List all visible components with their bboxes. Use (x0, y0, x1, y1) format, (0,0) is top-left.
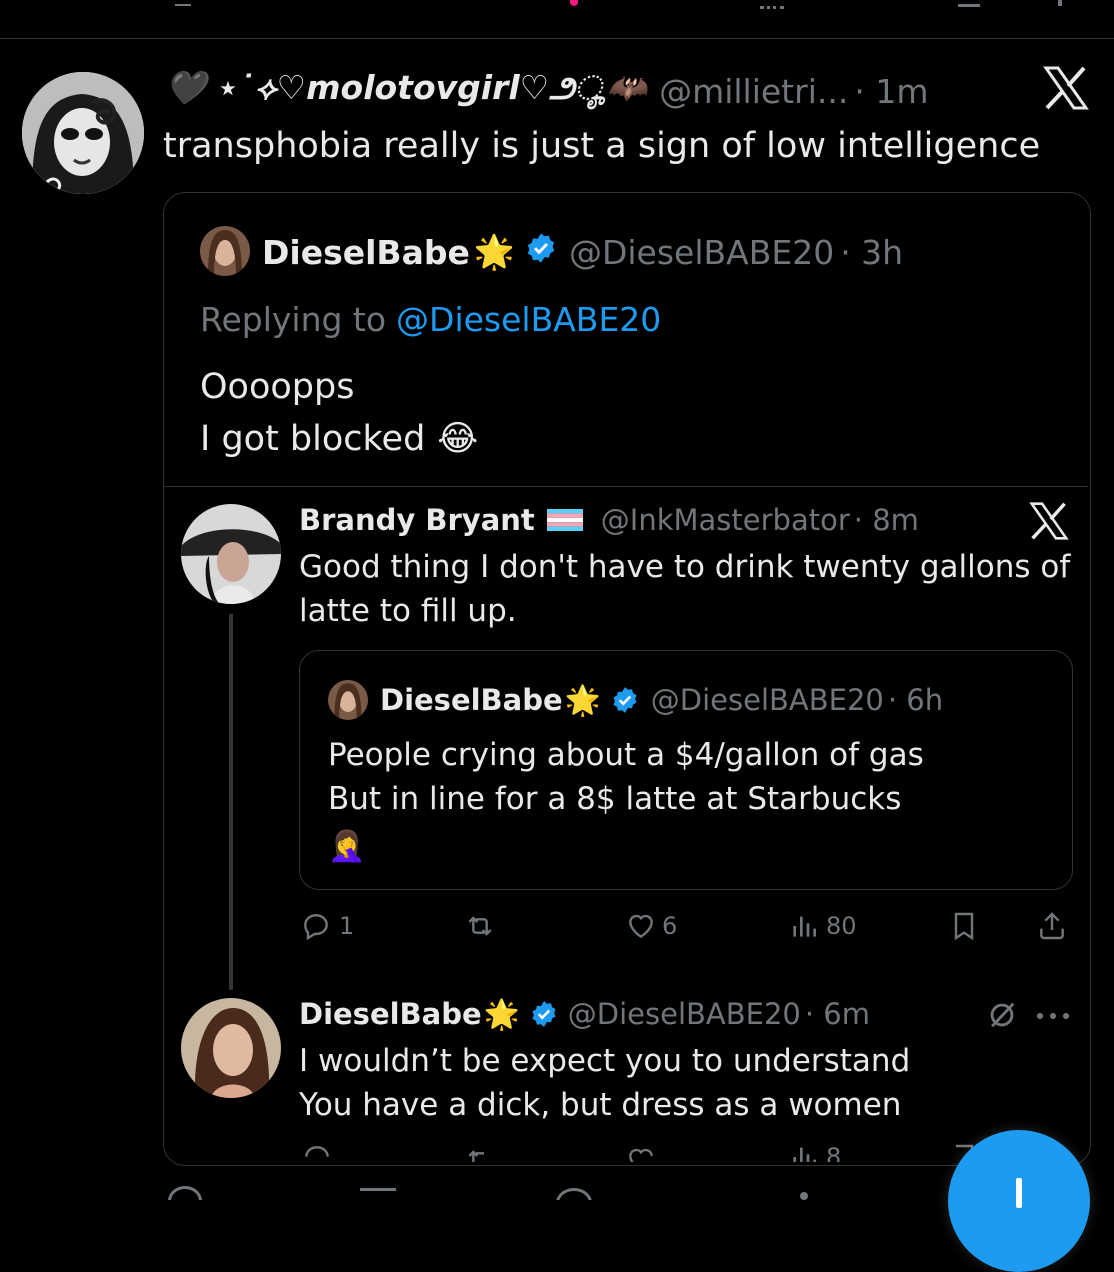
reply2-author-name[interactable]: DieselBabe (299, 997, 482, 1031)
views-count: 8 (826, 1143, 842, 1162)
reply-icon[interactable] (168, 1186, 202, 1200)
reply2-text-line1: I wouldn’t be expect you to understand (299, 1043, 911, 1079)
replying-handle-link[interactable]: @DieselBABE20 (396, 300, 661, 339)
reply1-handle[interactable]: @InkMasterbator (601, 503, 850, 537)
quoted-text-line2: I got blocked 😂 (200, 414, 478, 464)
top-divider (0, 38, 1114, 39)
avatar[interactable] (328, 680, 368, 720)
trans-flag-icon (546, 509, 583, 531)
reply1-author-name[interactable]: Brandy Bryant (299, 503, 535, 537)
quoted-text-line1: Oooopps (200, 367, 355, 407)
share-icon[interactable] (958, 0, 980, 7)
reply2-action-bar: 8 (164, 1138, 1088, 1162)
post-time[interactable]: · 1m (854, 72, 928, 111)
reply2-handle[interactable]: @DieselBABE20 (568, 997, 801, 1031)
star-emoji: 🌟 (483, 996, 520, 1031)
reply-icon[interactable] (300, 1142, 334, 1162)
share-button[interactable] (1036, 906, 1068, 946)
reply2-text-line2: You have a dick, but dress as a women (299, 1087, 902, 1123)
compose-button[interactable] (948, 1130, 1090, 1272)
inner-quote-author-name[interactable]: DieselBabe (380, 683, 563, 717)
like-icon[interactable] (624, 1144, 658, 1162)
thread-line (229, 614, 233, 990)
views-button[interactable]: 80 (788, 906, 857, 946)
main-post-action-bar (0, 1182, 1114, 1200)
reply-icon[interactable] (175, 0, 191, 6)
bookmark-icon (954, 912, 974, 941)
quoted-text-content: I got blocked (200, 419, 426, 459)
quoted-handle[interactable]: @DieselBABE20 (569, 233, 834, 272)
avatar[interactable] (181, 504, 281, 604)
author-handle[interactable]: @millietri... (659, 72, 848, 111)
views-button[interactable]: 8 (788, 1142, 841, 1162)
repost-icon (468, 916, 492, 936)
reply-icon (304, 914, 328, 941)
bookmark-button[interactable] (948, 906, 980, 946)
reply1-text-line1: Good thing I don't have to drink twenty … (299, 549, 1071, 585)
like-icon[interactable] (556, 1188, 592, 1200)
star-emoji: 🌟 (564, 682, 601, 717)
reply-button[interactable]: 1 (299, 906, 354, 946)
repost-button[interactable] (462, 906, 498, 946)
quoted-header: DieselBabe 🌟 @DieselBABE20 · 3h (262, 228, 903, 276)
replying-prefix: Replying to (200, 299, 387, 339)
like-icon[interactable] (570, 0, 578, 6)
avatar[interactable] (200, 226, 250, 276)
views-icon[interactable] (800, 1192, 808, 1200)
like-button[interactable]: 6 (624, 906, 677, 946)
inner-quote-text-line2: But in line for a 8$ latte at Starbucks (328, 781, 902, 817)
reply-count: 1 (339, 912, 355, 940)
avatar[interactable] (22, 72, 144, 194)
laughing-emoji: 😂 (437, 419, 479, 459)
like-icon (629, 914, 653, 939)
top-action-row (0, 0, 1114, 14)
main-post-text: transphobia really is just a sign of low… (163, 126, 1041, 166)
author-name[interactable]: 🖤 ⋆˙⟡♡molotovgirl♡౨ೄ🦇 (165, 68, 647, 115)
inner-quote-header: DieselBabe 🌟 @DieselBABE20 · 6h (380, 680, 943, 720)
replying-to-line: Replying to @DieselBABE20 (200, 296, 661, 342)
reply1-time[interactable]: · 8m (854, 503, 919, 537)
verified-badge-icon (611, 686, 639, 714)
like-count: 6 (662, 912, 678, 940)
inner-quote-text-line1: People crying about a $4/gallon of gas (328, 737, 924, 773)
reply2-time[interactable]: · 6m (805, 997, 870, 1031)
reply1-text-line2: latte to fill up. (299, 593, 517, 629)
thread-divider (164, 486, 1088, 487)
quoted-time[interactable]: · 3h (840, 233, 903, 272)
reply1-header: Brandy Bryant @InkMasterbator · 8m (299, 500, 919, 540)
x-logo-icon[interactable] (1028, 502, 1070, 540)
x-logo-icon[interactable] (1042, 66, 1090, 110)
inner-quote-handle[interactable]: @DieselBABE20 (651, 683, 884, 717)
reply2-header: DieselBabe 🌟 @DieselBABE20 · 6m (299, 994, 870, 1034)
main-post-header: 🖤 ⋆˙⟡♡molotovgirl♡౨ೄ🦇 @millietri... · 1m (165, 68, 928, 114)
inner-quote-time[interactable]: · 6h (888, 683, 943, 717)
views-icon (793, 1147, 816, 1162)
avatar[interactable] (181, 998, 281, 1098)
verified-badge-icon (525, 232, 557, 272)
repost-icon[interactable] (360, 1188, 396, 1200)
quoted-author-name[interactable]: DieselBabe (262, 233, 470, 272)
grok-icon[interactable] (985, 998, 1019, 1032)
views-icon[interactable] (760, 0, 784, 9)
star-emoji: 🌟 (473, 232, 515, 271)
more-icon[interactable] (1058, 0, 1062, 6)
views-count: 80 (826, 912, 857, 940)
facepalm-emoji: 🤦‍♀️ (328, 828, 366, 864)
plus-icon (1016, 1178, 1022, 1208)
share-icon (1040, 912, 1064, 940)
more-options-icon[interactable] (1036, 1012, 1070, 1020)
verified-badge-icon (530, 1000, 558, 1028)
views-icon (793, 916, 816, 937)
repost-icon[interactable] (462, 1144, 498, 1162)
